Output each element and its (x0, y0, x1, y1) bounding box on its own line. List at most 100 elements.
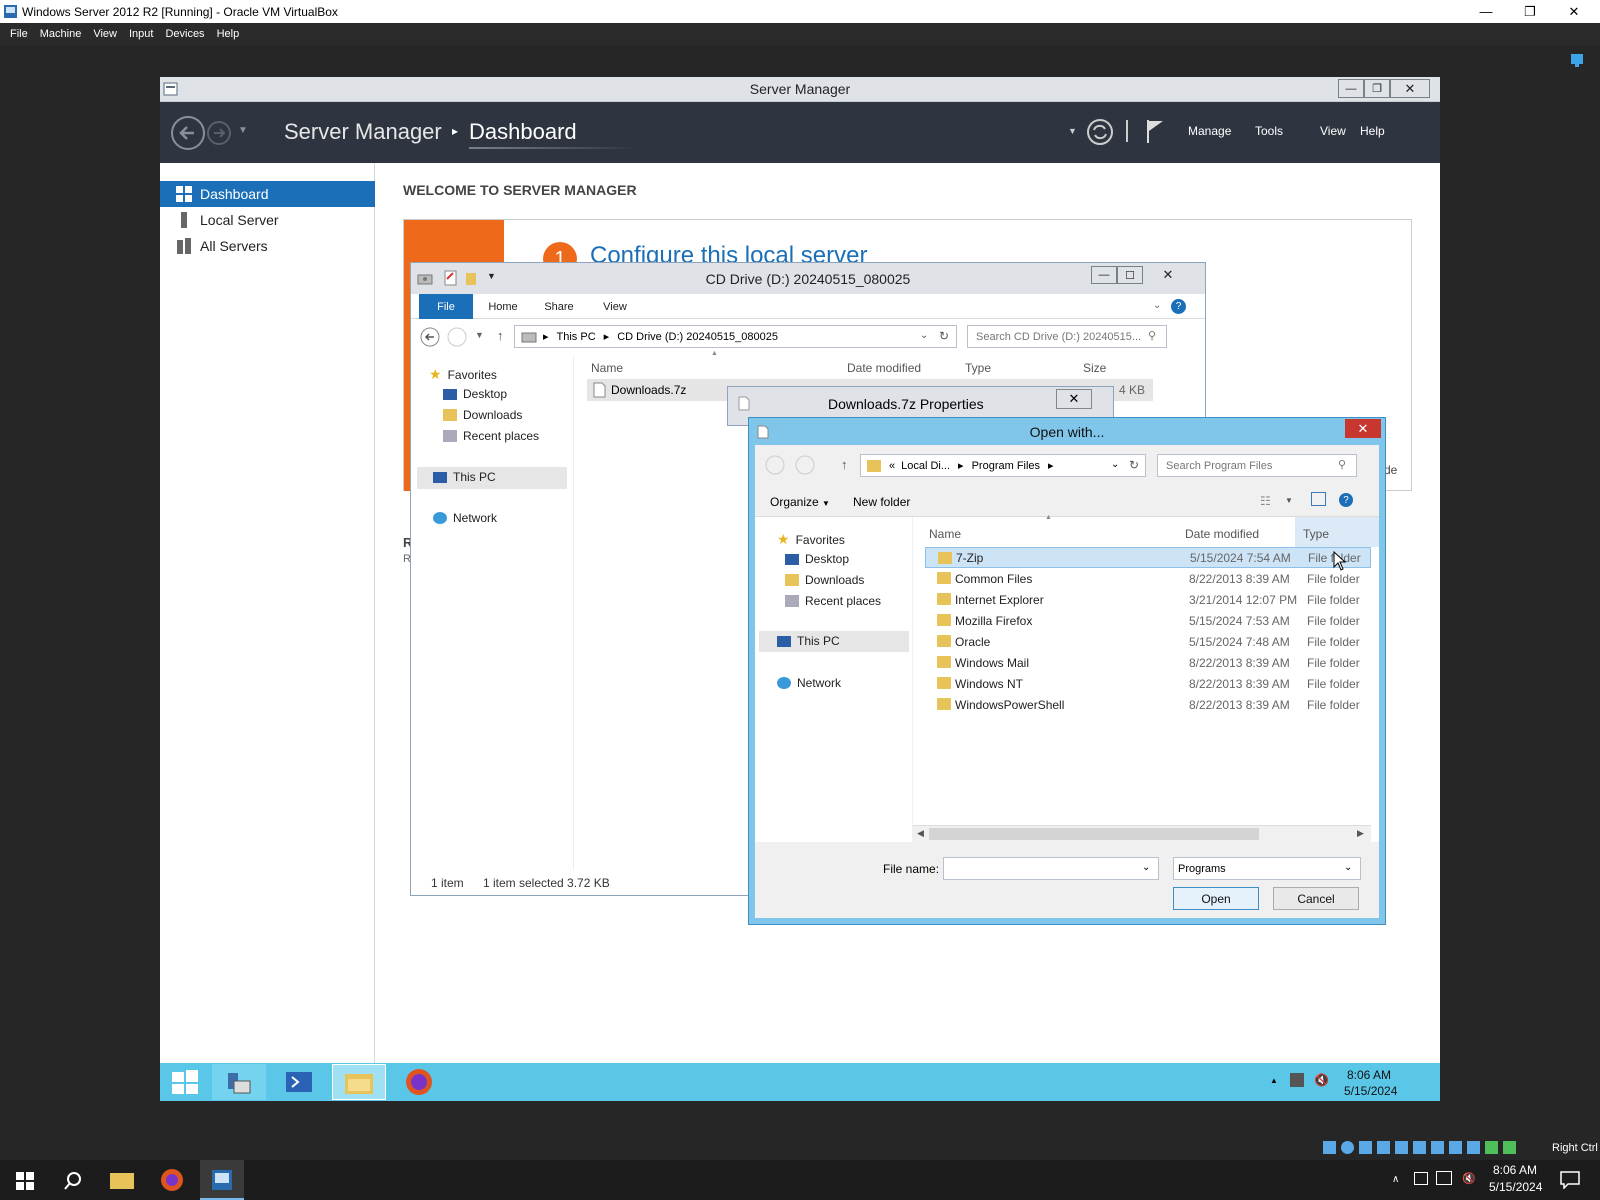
mouse-integration-icon[interactable] (1503, 1141, 1516, 1154)
file-row[interactable]: Mozilla Firefox 5/15/2024 7:53 AM File fol… (925, 610, 1371, 631)
horizontal-scrollbar[interactable]: ◀ ▶ (913, 825, 1371, 842)
menu-devices[interactable]: Devices (165, 28, 204, 40)
tree-desktop[interactable]: Desktop (443, 387, 507, 401)
host-taskbar-virtualbox[interactable] (200, 1160, 244, 1200)
search-icon[interactable]: ⚲ (1338, 458, 1346, 471)
taskbar-server-manager[interactable] (212, 1064, 266, 1100)
recording-icon[interactable] (1467, 1141, 1480, 1154)
forward-arrow-icon[interactable] (206, 120, 234, 146)
file-row[interactable]: Windows NT 8/22/2013 8:39 AM File folder (925, 673, 1371, 694)
nav-dashboard[interactable]: Dashboard (160, 181, 375, 207)
volume-muted-icon[interactable]: 🔇 (1462, 1172, 1476, 1185)
floppy-icon[interactable] (1359, 1141, 1372, 1154)
address-bar[interactable]: ▸ This PC ▸ CD Drive (D:) 20240515_08002… (514, 325, 957, 348)
guest-clock-date[interactable]: 5/15/2024 (1344, 1084, 1397, 1098)
optical-drive-icon[interactable] (1341, 1141, 1354, 1154)
tree-recent[interactable]: Recent places (443, 429, 539, 443)
ow-col-type[interactable]: Type (1303, 527, 1329, 541)
close-button[interactable]: ✕ (1552, 0, 1596, 23)
search-icon[interactable]: ⚲ (1148, 329, 1156, 342)
path-cd-drive[interactable]: CD Drive (D:) 20240515_080025 (617, 331, 778, 343)
path-this-pc[interactable]: This PC (557, 331, 596, 343)
up-arrow-icon[interactable]: ↑ (841, 457, 848, 472)
ow-tree-favorites[interactable]: ★ Favorites (777, 531, 845, 548)
file-row[interactable]: Common Files 8/22/2013 8:39 AM File folder (925, 568, 1371, 589)
tray-overflow-icon[interactable]: ∧ (1392, 1174, 1399, 1185)
audio-icon[interactable] (1377, 1141, 1390, 1154)
ribbon-tab-view[interactable]: View (587, 294, 643, 319)
qat-dropdown-icon[interactable]: ▼ (487, 271, 496, 281)
menu-help[interactable]: Help (217, 28, 240, 40)
forward-icon[interactable] (447, 327, 467, 347)
new-folder-qat-icon[interactable] (465, 270, 477, 286)
file-name-input[interactable]: ⌄ (943, 857, 1159, 880)
recent-locations-icon[interactable]: ▼ (475, 330, 484, 340)
windows-start-icon[interactable] (172, 1070, 198, 1094)
network-tray-icon[interactable] (1290, 1073, 1304, 1087)
file-row[interactable]: WindowsPowerShell 8/22/2013 8:39 AM File f… (925, 694, 1371, 715)
menu-input[interactable]: Input (129, 28, 153, 40)
tray-overflow-icon[interactable]: ▲ (1270, 1076, 1278, 1085)
file-row[interactable]: 7-Zip 5/15/2024 7:54 AM File folder (925, 547, 1371, 568)
view-dropdown-icon[interactable]: ▼ (1285, 496, 1293, 505)
col-type[interactable]: Type (965, 361, 991, 375)
menu-machine[interactable]: Machine (40, 28, 82, 40)
menu-view[interactable]: View (1320, 124, 1346, 138)
windows-start-icon[interactable] (16, 1172, 34, 1190)
menu-tools[interactable]: Tools (1255, 124, 1283, 138)
nav-all-servers[interactable]: All Servers (160, 233, 375, 259)
tree-this-pc[interactable]: This PC (433, 470, 496, 484)
restore-button[interactable]: ❐ (1508, 0, 1552, 23)
preview-pane-icon[interactable] (1311, 492, 1326, 506)
help-icon[interactable]: ? (1339, 493, 1353, 507)
guest-clock-time[interactable]: 8:06 AM (1347, 1068, 1391, 1082)
explorer-close-button[interactable]: ✕ (1143, 266, 1193, 284)
properties-qat-icon[interactable] (443, 270, 459, 286)
taskbar-powershell[interactable] (272, 1064, 326, 1100)
sm-close-button[interactable]: ✕ (1390, 79, 1430, 98)
open-button[interactable]: Open (1173, 887, 1259, 910)
usb-icon[interactable] (1413, 1141, 1426, 1154)
shared-folders-icon[interactable] (1431, 1141, 1444, 1154)
ribbon-tab-home[interactable]: Home (475, 294, 531, 319)
nav-local-server[interactable]: Local Server (160, 207, 375, 233)
sm-minimize-button[interactable]: — (1338, 79, 1364, 98)
col-name[interactable]: Name (591, 361, 623, 375)
menu-file[interactable]: File (10, 28, 28, 40)
forward-icon[interactable] (795, 455, 815, 475)
ow-col-date[interactable]: Date modified (1185, 527, 1259, 541)
explorer-minimize-button[interactable]: — (1091, 266, 1117, 284)
up-arrow-icon[interactable]: ↑ (497, 328, 504, 343)
search-icon[interactable] (63, 1171, 83, 1191)
ribbon-tab-file[interactable]: File (419, 294, 473, 319)
file-explorer-icon[interactable] (110, 1170, 134, 1190)
path-local-disk[interactable]: Local Di... (901, 460, 950, 472)
file-row[interactable]: Internet Explorer 3/21/2014 12:07 PM File … (925, 589, 1371, 610)
ow-tree-network[interactable]: Network (777, 676, 841, 690)
taskbar-file-explorer[interactable] (332, 1064, 386, 1100)
notifications-flag-icon[interactable] (1145, 117, 1167, 145)
scroll-left-icon[interactable]: ◀ (917, 828, 924, 839)
refresh-icon[interactable] (1086, 118, 1114, 146)
ow-tree-downloads[interactable]: Downloads (785, 573, 864, 587)
action-center-icon[interactable] (1560, 1171, 1580, 1189)
tree-network[interactable]: Network (433, 511, 497, 525)
menu-view[interactable]: View (93, 28, 117, 40)
address-dropdown-icon[interactable]: ⌄ (1111, 459, 1119, 470)
ow-col-name[interactable]: Name (929, 527, 961, 541)
cancel-button[interactable]: Cancel (1273, 887, 1359, 910)
minimize-button[interactable]: — (1464, 0, 1508, 23)
properties-close-button[interactable]: ✕ (1056, 389, 1092, 409)
refresh-icon[interactable]: ↻ (939, 329, 949, 343)
path-overflow-icon[interactable]: « (889, 460, 895, 472)
menu-help[interactable]: Help (1360, 124, 1385, 138)
host-clock-date[interactable]: 5/15/2024 (1489, 1180, 1542, 1194)
refresh-icon[interactable]: ↻ (1129, 458, 1139, 472)
file-row[interactable]: Windows Mail 8/22/2013 8:39 AM File folder (925, 652, 1371, 673)
cpu-icon[interactable] (1485, 1141, 1498, 1154)
back-icon[interactable] (765, 455, 785, 475)
taskbar-firefox[interactable] (392, 1064, 446, 1100)
notification-icon[interactable] (1569, 52, 1585, 68)
ow-search-box[interactable]: Search Program Files ⚲ (1157, 454, 1357, 477)
organize-button[interactable]: Organize ▼ (770, 495, 830, 509)
